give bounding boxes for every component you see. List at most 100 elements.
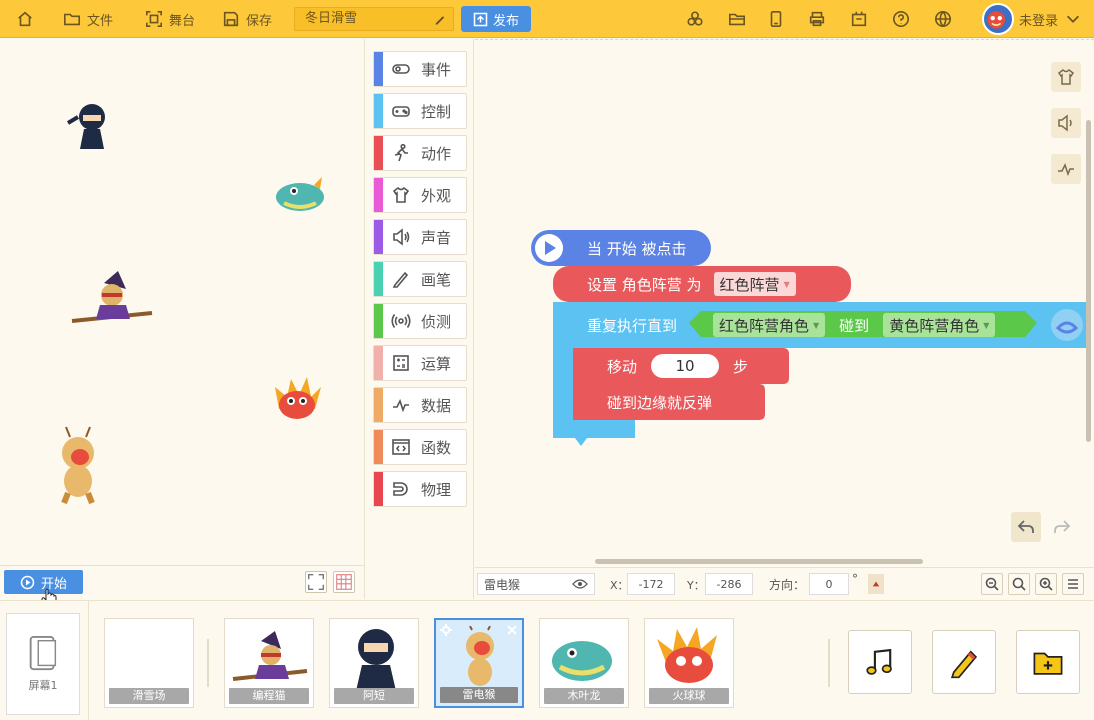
open-folder-button[interactable] <box>728 0 746 38</box>
steps-unit: 步 <box>733 357 749 376</box>
screen-tab[interactable]: 屏幕1 <box>6 613 80 715</box>
printer-icon <box>809 11 825 27</box>
chart-icon <box>393 398 409 413</box>
login-menu[interactable]: 未登录 <box>1019 0 1082 38</box>
grid-icon <box>336 574 352 590</box>
category-color-bar <box>374 472 383 506</box>
fullscreen-icon <box>308 574 324 590</box>
stage-label: 舞台 <box>169 13 196 29</box>
sprite-b-dropdown[interactable]: 黄色阵营角色 ▼ <box>883 313 996 337</box>
upload-folder-button[interactable] <box>1016 630 1080 694</box>
thunder-monkey-sprite[interactable] <box>61 426 95 505</box>
sprite-card-thunder-monkey[interactable]: 雷电猴 <box>434 618 524 708</box>
category-color-bar <box>374 220 383 254</box>
horizontal-scrollbar[interactable] <box>595 559 923 564</box>
zoom-reset-button[interactable] <box>1008 573 1030 595</box>
code-workspace[interactable]: 当 开始 被点击 设置 角色阵营 为 红色阵营 ▼ 重复执行直到 红色阵营角色 ▼ … <box>475 39 1094 567</box>
zoom-out-button[interactable] <box>981 573 1003 595</box>
file-label: 文件 <box>87 13 114 29</box>
faction-dropdown[interactable]: 红色阵营 ▼ <box>713 272 796 296</box>
publish-button[interactable]: 发布 <box>461 6 531 32</box>
sprite-card-label: 滑雪场 <box>109 688 189 704</box>
cubes-icon <box>687 11 703 26</box>
dropdown-arrow-icon: ▼ <box>783 279 790 289</box>
category-label: 物理 <box>421 480 452 499</box>
sprite-card-label: 编程猫 <box>229 688 309 704</box>
category-sound[interactable]: 声音 <box>373 219 467 255</box>
sprite-card-label: 火球球 <box>649 688 729 704</box>
category-control[interactable]: 控制 <box>373 93 467 129</box>
x-input[interactable]: -172 <box>627 573 675 595</box>
ninja-sprite[interactable] <box>66 104 105 149</box>
grid-toggle-button[interactable] <box>333 571 355 593</box>
project-name-input[interactable]: 冬日滑雪 <box>294 7 454 31</box>
fireball-sprite[interactable] <box>275 377 321 419</box>
sprite-card-label: 雷电猴 <box>440 687 518 703</box>
zoom-in-button[interactable] <box>1035 573 1057 595</box>
sprite-card-fireball[interactable]: 火球球 <box>644 618 734 708</box>
extensions-button[interactable] <box>686 0 704 38</box>
category-functions[interactable]: 函数 <box>373 429 467 465</box>
move-block[interactable]: 移动 10 步 <box>607 354 748 378</box>
sound-library-button[interactable] <box>848 630 912 694</box>
settings-gear-icon[interactable] <box>440 624 452 636</box>
category-pen[interactable]: 画笔 <box>373 261 467 297</box>
direction-input[interactable]: 0 <box>809 573 849 595</box>
avatar[interactable] <box>982 3 1014 35</box>
menu-button[interactable] <box>1062 573 1084 595</box>
category-motion[interactable]: 动作 <box>373 135 467 171</box>
y-input[interactable]: -286 <box>705 573 753 595</box>
category-color-bar <box>374 430 383 464</box>
category-label: 外观 <box>421 186 452 205</box>
lesson-button[interactable] <box>850 0 868 38</box>
stage-menu[interactable]: 舞台 <box>145 0 195 38</box>
help-button[interactable] <box>892 0 910 38</box>
category-operators[interactable]: 运算 <box>373 345 467 381</box>
category-events[interactable]: 事件 <box>373 51 467 87</box>
sensor-icon <box>391 314 411 328</box>
user-avatar-icon <box>987 11 1005 29</box>
redo-button[interactable] <box>1047 512 1077 542</box>
vertical-scrollbar[interactable] <box>1086 120 1091 442</box>
paint-button[interactable] <box>932 630 996 694</box>
sprite-card-leaf-dragon[interactable]: 木叶龙 <box>539 618 629 708</box>
mobile-button[interactable] <box>767 0 785 38</box>
steps-input[interactable]: 10 <box>651 354 720 378</box>
file-menu[interactable]: 文件 <box>63 0 113 38</box>
shirt-icon <box>392 186 410 203</box>
category-looks[interactable]: 外观 <box>373 177 467 213</box>
sprite-a-dropdown[interactable]: 红色阵营角色 ▼ <box>713 313 826 337</box>
sprite-card-ah-duan[interactable]: 阿短 <box>329 618 419 708</box>
fireball-thumbnail <box>657 627 717 683</box>
print-button[interactable] <box>808 0 826 38</box>
faction-value: 红色阵营 <box>719 275 780 294</box>
witch-sprite[interactable] <box>71 271 153 323</box>
category-sensing[interactable]: 侦测 <box>373 303 467 339</box>
fullscreen-button[interactable] <box>305 571 327 593</box>
category-color-bar <box>374 346 383 380</box>
box-icon <box>851 11 867 27</box>
folder-open-icon <box>728 13 746 26</box>
dragon-sprite[interactable] <box>276 177 324 211</box>
undo-button[interactable] <box>1011 512 1041 542</box>
sprite-card-coding-cat[interactable]: 编程猫 <box>224 618 314 708</box>
home-button[interactable] <box>16 0 34 38</box>
phone-icon <box>770 10 782 28</box>
category-color-bar <box>374 52 383 86</box>
sprite-card-ski-field[interactable]: 滑雪场 <box>104 618 194 708</box>
running-icon <box>394 143 408 162</box>
triangle-up-icon <box>872 581 880 587</box>
zoom-in-icon <box>1039 577 1053 591</box>
category-physics[interactable]: 物理 <box>373 471 467 507</box>
upload-icon <box>473 12 488 26</box>
language-button[interactable] <box>934 0 952 38</box>
set-block[interactable]: 设置 角色阵营 为 红色阵营 ▼ <box>587 272 796 296</box>
sprite-name: 雷电猴 <box>484 577 521 592</box>
direction-picker-button[interactable] <box>868 574 884 594</box>
eye-icon[interactable] <box>572 578 588 590</box>
touch-condition[interactable]: 红色阵营角色 ▼ 碰到 黄色阵营角色 ▼ <box>713 313 996 337</box>
stage-canvas[interactable] <box>0 39 364 563</box>
category-label: 画笔 <box>421 270 452 289</box>
save-button[interactable]: 保存 <box>222 0 272 38</box>
category-data[interactable]: 数据 <box>373 387 467 423</box>
